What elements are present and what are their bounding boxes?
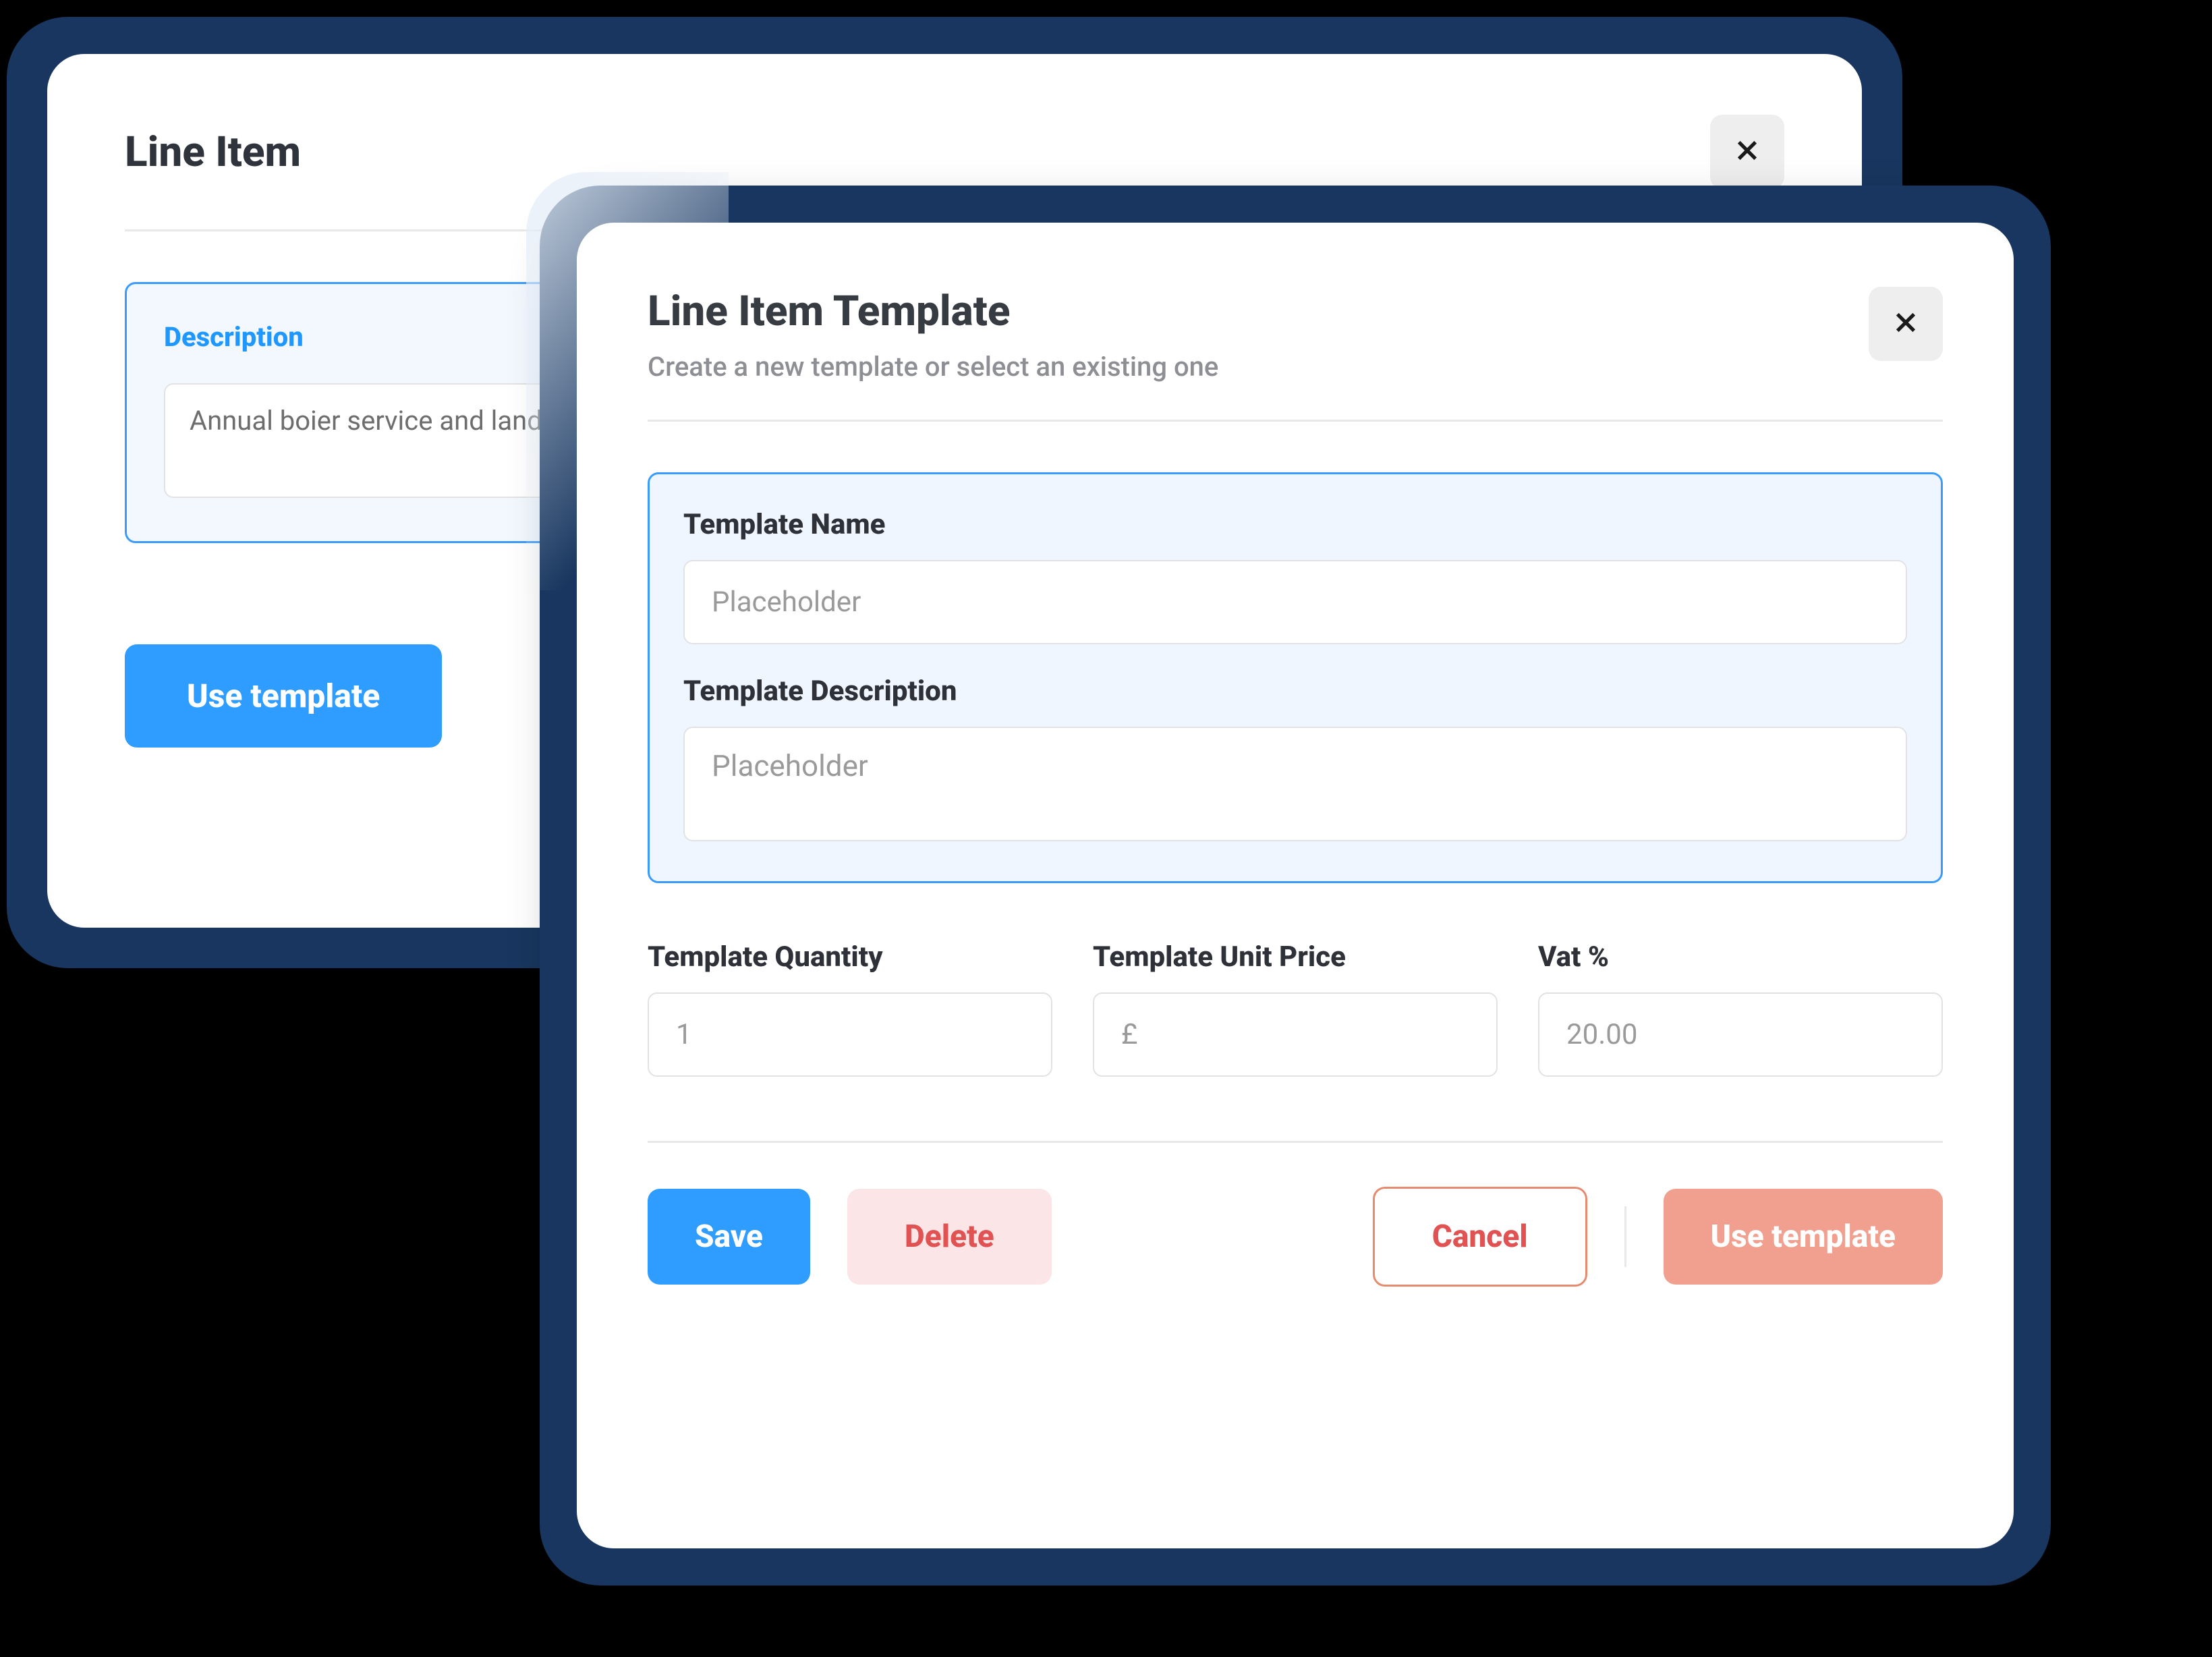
close-icon — [1892, 308, 1920, 339]
use-template-button[interactable]: Use template — [1664, 1189, 1943, 1285]
template-title: Line Item Template — [648, 287, 1218, 336]
template-quantity-input[interactable] — [648, 992, 1052, 1077]
line-item-template-dialog: Line Item Template Create a new template… — [540, 186, 2051, 1585]
use-template-button[interactable]: Use template — [125, 644, 442, 748]
delete-button[interactable]: Delete — [847, 1189, 1052, 1285]
template-unit-price-label: Template Unit Price — [1093, 940, 1498, 974]
template-vat-input[interactable] — [1538, 992, 1943, 1077]
template-numeric-row: Template Quantity Template Unit Price Va… — [648, 940, 1943, 1077]
cancel-button[interactable]: Cancel — [1373, 1187, 1587, 1287]
close-icon — [1733, 136, 1761, 167]
template-header: Line Item Template Create a new template… — [648, 287, 1943, 422]
line-item-title: Line Item — [125, 128, 301, 177]
save-button[interactable]: Save — [648, 1189, 810, 1285]
template-description-label: Template Description — [683, 675, 1907, 708]
close-button[interactable] — [1710, 115, 1784, 189]
template-description-input[interactable] — [683, 727, 1907, 841]
template-name-input[interactable] — [683, 560, 1907, 644]
separator — [1624, 1206, 1626, 1267]
template-quantity-label: Template Quantity — [648, 940, 1052, 974]
template-subtitle: Create a new template or select an exist… — [648, 351, 1218, 383]
divider — [648, 1141, 1943, 1143]
template-vat-label: Vat % — [1538, 940, 1943, 974]
close-button[interactable] — [1869, 287, 1943, 361]
template-unit-price-input[interactable] — [1093, 992, 1498, 1077]
template-main-panel: Template Name Template Description — [648, 472, 1943, 883]
template-name-label: Template Name — [683, 508, 1907, 541]
line-item-template-body: Line Item Template Create a new template… — [577, 223, 2014, 1548]
template-footer: Save Delete Cancel Use template — [648, 1187, 1943, 1287]
